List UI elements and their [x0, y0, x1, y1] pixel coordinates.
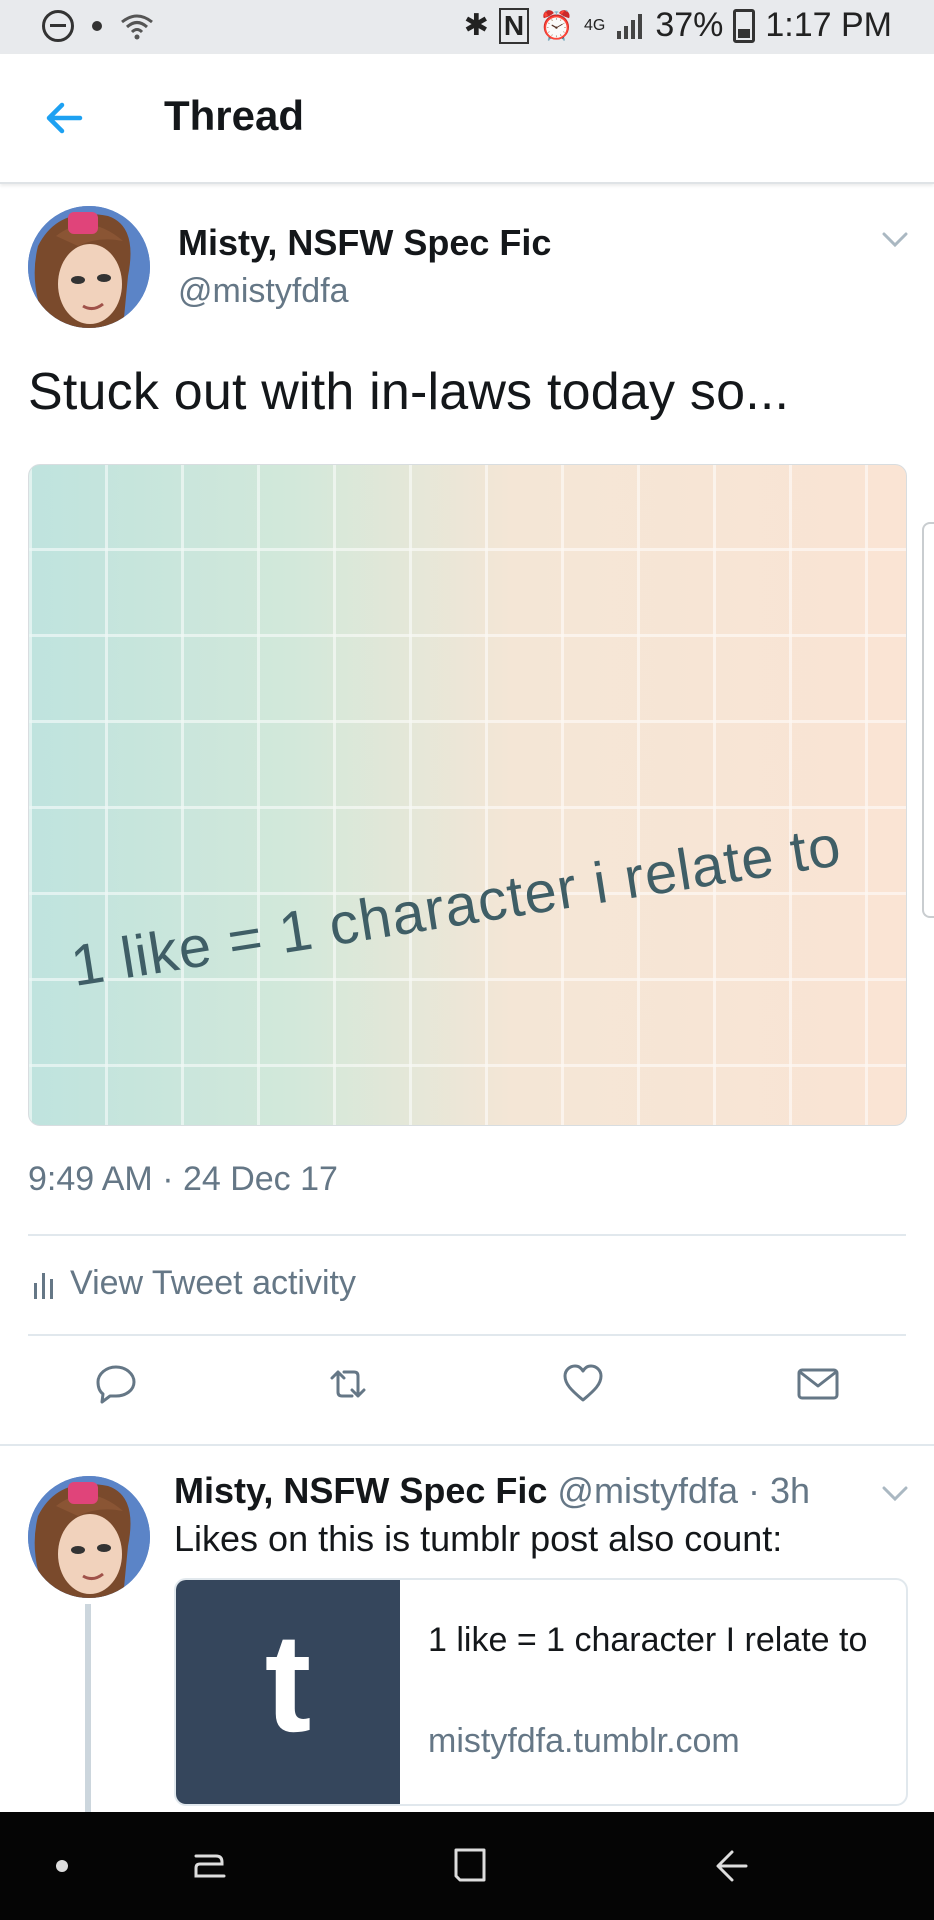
avatar-illustration — [28, 206, 150, 328]
back-arrow-icon[interactable] — [40, 94, 88, 142]
tweet-timestamp: 9:49 AM · 24 Dec 17 — [28, 1160, 338, 1198]
link-preview-card[interactable]: t 1 like = 1 character I relate to misty… — [174, 1578, 908, 1806]
status-left-icons — [42, 10, 154, 42]
tweet-author-name[interactable]: Misty, NSFW Spec Fic — [178, 222, 551, 264]
status-time: 1:17 PM — [765, 6, 892, 44]
thread-connector-line — [85, 1604, 91, 1814]
tumblr-icon: t — [176, 1580, 400, 1804]
reply-author-handle[interactable]: @mistyfdfa — [557, 1470, 738, 1511]
recent-apps-icon — [194, 1854, 226, 1878]
back-button[interactable] — [682, 1812, 782, 1920]
thread-separator — [0, 1444, 934, 1446]
reply-author-name[interactable]: Misty, NSFW Spec Fic — [174, 1470, 547, 1511]
avatar-illustration — [28, 1476, 150, 1598]
nav-dot-icon — [56, 1860, 68, 1872]
nfc-icon: N — [498, 7, 530, 44]
do-not-disturb-icon — [42, 10, 74, 42]
home-icon — [454, 1848, 486, 1882]
divider — [28, 1334, 906, 1336]
app-header: Thread — [0, 54, 934, 184]
avatar[interactable] — [28, 206, 150, 328]
reply-avatar[interactable] — [28, 1476, 150, 1598]
system-navigation-bar — [0, 1812, 934, 1920]
chevron-down-icon[interactable] — [880, 230, 910, 250]
status-right-icons: ✱ N ⏰ 4G 37% 1:17 PM — [464, 6, 892, 45]
reply-header: Misty, NSFW Spec Fic @mistyfdfa · 3h — [174, 1470, 810, 1512]
notification-dot-icon — [92, 21, 102, 31]
reply-text: Likes on this is tumblr post also count: — [174, 1518, 783, 1559]
battery-icon — [733, 8, 756, 43]
view-tweet-activity-link[interactable]: View Tweet activity — [32, 1264, 356, 1303]
alarm-icon: ⏰ — [539, 10, 574, 41]
chevron-down-icon[interactable] — [880, 1484, 910, 1504]
bluetooth-icon: ✱ — [463, 9, 489, 42]
link-card-title: 1 like = 1 character I relate to — [428, 1621, 868, 1659]
signal-icon — [617, 13, 643, 39]
recent-apps-button[interactable] — [160, 1812, 260, 1920]
reply-icon[interactable] — [94, 1362, 138, 1406]
status-bar: ✱ N ⏰ 4G 37% 1:17 PM — [0, 0, 934, 54]
tweet-image[interactable]: 1 like = 1 character i relate to — [28, 464, 907, 1126]
battery-percent: 37% — [655, 6, 724, 44]
edge-panel-handle[interactable] — [922, 522, 934, 918]
tweet-actions — [0, 1362, 934, 1422]
tweet-text: Stuck out with in-laws today so... — [28, 363, 790, 421]
like-icon[interactable] — [561, 1362, 605, 1406]
activity-label: View Tweet activity — [70, 1264, 356, 1302]
home-button[interactable] — [420, 1812, 520, 1920]
activity-icon — [34, 1272, 53, 1299]
nav-dot-button[interactable] — [12, 1812, 112, 1920]
page-title: Thread — [164, 92, 305, 139]
back-icon — [716, 1850, 748, 1882]
link-card-domain: mistyfdfa.tumblr.com — [428, 1722, 740, 1760]
reply-time-ago: · 3h — [748, 1470, 811, 1511]
tweet-author-handle[interactable]: @mistyfdfa — [178, 272, 349, 311]
retweet-icon[interactable] — [326, 1362, 370, 1406]
direct-message-icon[interactable] — [796, 1362, 840, 1406]
network-type: 4G — [583, 16, 606, 34]
wifi-icon — [121, 14, 153, 40]
tile-grid-pattern — [29, 465, 906, 1125]
tumblr-letter: t — [264, 1604, 312, 1761]
divider — [28, 1234, 906, 1236]
